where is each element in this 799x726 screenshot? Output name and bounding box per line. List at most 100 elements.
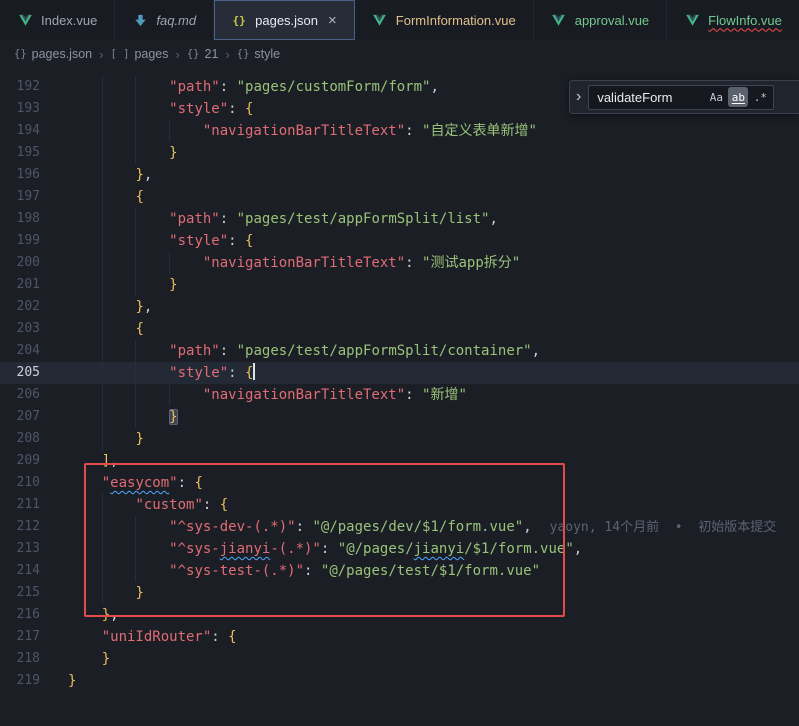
code-line[interactable]: 204 "path": "pages/test/appFormSplit/con…	[0, 340, 799, 362]
code-line[interactable]: 209 ],	[0, 450, 799, 472]
indent-guide	[135, 384, 136, 406]
tab-forminformation-vue[interactable]: FormInformation.vue	[355, 0, 534, 40]
tab-flowinfo-vue[interactable]: FlowInfo.vue	[667, 0, 799, 40]
code-line[interactable]: 198 "path": "pages/test/appFormSplit/lis…	[0, 208, 799, 230]
line-number: 211	[0, 494, 56, 516]
code-text: },	[56, 604, 119, 626]
code-text: }	[56, 582, 144, 604]
tab-label: faq.md	[156, 13, 196, 28]
code-line[interactable]: 200 "navigationBarTitleText": "测试app拆分"	[0, 252, 799, 274]
breadcrumb-label: pages.json	[32, 47, 92, 61]
indent-guide	[169, 384, 170, 406]
breadcrumb-item-21[interactable]: {} 21	[187, 47, 219, 61]
line-number: 216	[0, 604, 56, 626]
code-line[interactable]: 196 },	[0, 164, 799, 186]
indent-guide	[102, 384, 103, 406]
regex-toggle[interactable]: .*	[750, 87, 770, 107]
code-text: }	[56, 142, 178, 164]
code-line[interactable]: 195 }	[0, 142, 799, 164]
breadcrumb-item-pages[interactable]: [ ]pages	[110, 47, 168, 61]
tab-approval-vue[interactable]: approval.vue	[534, 0, 667, 40]
code-text: "path": "pages/customForm/form",	[56, 76, 439, 98]
chevron-right-icon[interactable]: ›	[574, 89, 583, 105]
code-line[interactable]: 214 "^sys-test-(.*)": "@/pages/test/$1/f…	[0, 560, 799, 582]
json-icon: {}	[231, 12, 247, 28]
tab-index-vue[interactable]: Index.vue	[0, 0, 115, 40]
code-text: }	[56, 406, 178, 428]
breadcrumb-separator: ›	[176, 47, 180, 62]
code-text: "navigationBarTitleText": "测试app拆分"	[56, 252, 520, 274]
code-line[interactable]: 194 "navigationBarTitleText": "自定义表单新增"	[0, 120, 799, 142]
indent-guide	[102, 538, 103, 560]
code-line[interactable]: 219}	[0, 670, 799, 692]
code-line[interactable]: 210 "easycom": {	[0, 472, 799, 494]
code-line[interactable]: 206 "navigationBarTitleText": "新增"	[0, 384, 799, 406]
line-number: 201	[0, 274, 56, 296]
code-text: "navigationBarTitleText": "自定义表单新增"	[56, 120, 537, 142]
code-line[interactable]: 217 "uniIdRouter": {	[0, 626, 799, 648]
breadcrumb-label: pages	[134, 47, 168, 61]
code-text: ],	[56, 450, 119, 472]
code-text: }	[56, 648, 110, 670]
symbol-object-icon: {}	[187, 48, 200, 60]
indent-guide	[135, 538, 136, 560]
code-text: "style": {	[56, 362, 255, 384]
code-line[interactable]: 201 }	[0, 274, 799, 296]
match-case-toggle[interactable]: Aa	[706, 87, 726, 107]
line-number: 196	[0, 164, 56, 186]
indent-guide	[102, 76, 103, 98]
code-line[interactable]: 202 },	[0, 296, 799, 318]
tab-label: FormInformation.vue	[396, 13, 516, 28]
code-line[interactable]: 211 "custom": {	[0, 494, 799, 516]
whole-word-toggle[interactable]: ab	[728, 87, 748, 107]
indent-guide	[135, 560, 136, 582]
symbol-object-icon: {}	[14, 48, 27, 60]
breadcrumb-label: 21	[205, 47, 219, 61]
breadcrumb-separator: ›	[225, 47, 229, 62]
code-text: }	[56, 428, 144, 450]
code-line[interactable]: 199 "style": {	[0, 230, 799, 252]
find-input[interactable]: validateForm Aaab.*	[588, 85, 774, 110]
code-text: "^sys-dev-(.*)": "@/pages/dev/$1/form.vu…	[56, 516, 776, 538]
code-text: "^sys-test-(.*)": "@/pages/test/$1/form.…	[56, 560, 540, 582]
indent-guide	[102, 274, 103, 296]
breadcrumb: {}pages.json›[ ]pages›{}21›{}style	[0, 40, 799, 68]
code-line[interactable]: 203 {	[0, 318, 799, 340]
line-number: 219	[0, 670, 56, 692]
code-line[interactable]: 218 }	[0, 648, 799, 670]
indent-guide	[135, 208, 136, 230]
code-line[interactable]: 197 {	[0, 186, 799, 208]
breadcrumb-item-style[interactable]: {}style	[237, 47, 280, 61]
code-line[interactable]: 208 }	[0, 428, 799, 450]
line-number: 210	[0, 472, 56, 494]
tab-pages-json[interactable]: {}pages.json×	[214, 0, 355, 40]
line-number: 205	[0, 362, 56, 384]
tab-faq-md[interactable]: faq.md	[115, 0, 214, 40]
code-text: "easycom": {	[56, 472, 203, 494]
code-line[interactable]: 205 "style": {	[0, 362, 799, 384]
code-text: "uniIdRouter": {	[56, 626, 237, 648]
code-line[interactable]: 213 "^sys-jianyi-(.*)": "@/pages/jianyi/…	[0, 538, 799, 560]
code-line[interactable]: 207 }	[0, 406, 799, 428]
indent-guide	[102, 98, 103, 120]
code-text: },	[56, 296, 152, 318]
code-line[interactable]: 216 },	[0, 604, 799, 626]
spell-warning-squiggle: easycom	[110, 475, 169, 491]
code-text: {	[56, 186, 144, 208]
indent-guide	[102, 120, 103, 142]
line-number: 202	[0, 296, 56, 318]
indent-guide	[135, 516, 136, 538]
code-text: },	[56, 164, 152, 186]
code-text: "navigationBarTitleText": "新增"	[56, 384, 467, 406]
find-query-text[interactable]: validateForm	[597, 90, 704, 105]
breadcrumb-item-pages-json[interactable]: {} pages.json	[14, 47, 92, 61]
code-line[interactable]: 215 }	[0, 582, 799, 604]
line-number: 212	[0, 516, 56, 538]
close-tab-icon[interactable]: ×	[328, 13, 337, 28]
code-text: }	[56, 274, 178, 296]
spell-warning-squiggle: jianyi	[414, 541, 465, 557]
indent-guide	[135, 98, 136, 120]
code-line[interactable]: 212 "^sys-dev-(.*)": "@/pages/dev/$1/for…	[0, 516, 799, 538]
tab-label: FlowInfo.vue	[708, 13, 782, 28]
code-text: }	[56, 670, 76, 692]
